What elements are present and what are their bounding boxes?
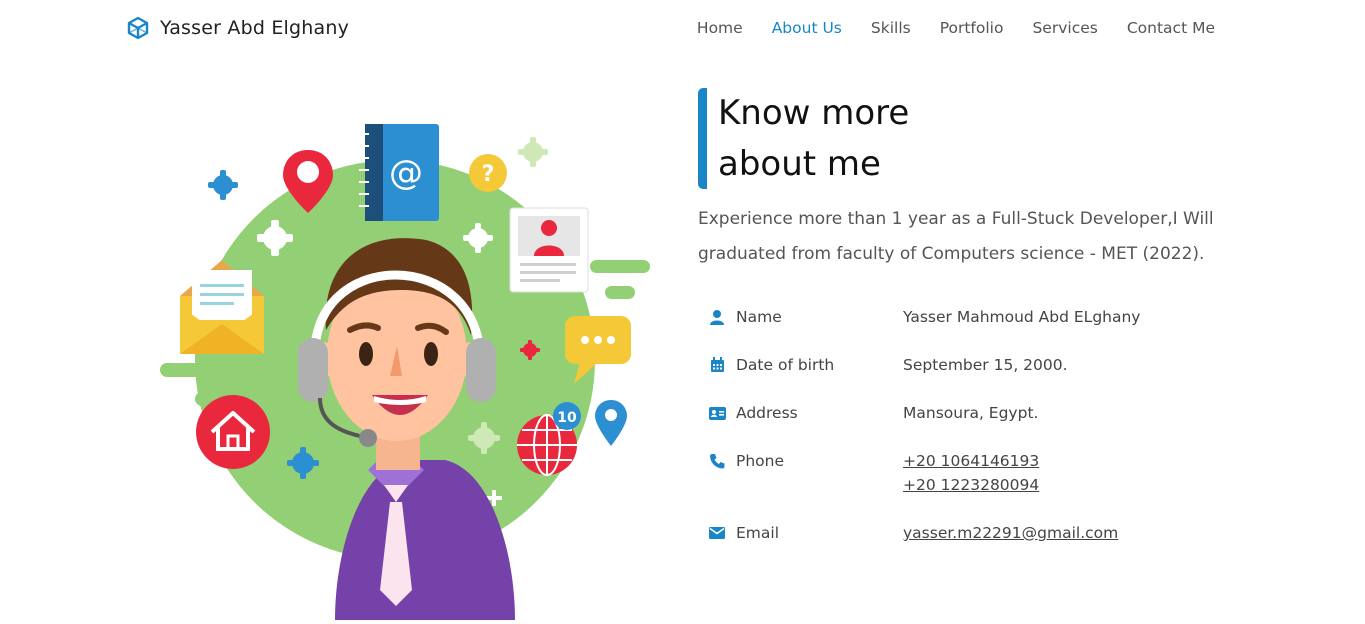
info-label: Phone — [736, 452, 785, 470]
info-label: Email — [736, 524, 780, 542]
heading-accent-bar — [698, 88, 707, 189]
home-icon — [196, 395, 270, 469]
location-pin-icon — [595, 400, 627, 446]
phone-link-1[interactable]: +20 1064146193 — [903, 449, 1039, 473]
svg-text:?: ? — [482, 162, 495, 187]
main-nav: Home About Us Skills Portfolio Services … — [697, 18, 1215, 37]
user-icon — [708, 308, 726, 326]
nav-services[interactable]: Services — [1032, 19, 1097, 37]
info-value-email: yasser.m22291@gmail.com — [903, 521, 1118, 545]
nav-skills[interactable]: Skills — [871, 19, 911, 37]
info-row-phone: Phone +20 1064146193 +20 1223280094 — [708, 449, 1228, 497]
calendar-icon — [708, 356, 726, 374]
svg-text:@: @ — [389, 153, 423, 193]
id-card-icon — [708, 404, 726, 422]
phone-link-2[interactable]: +20 1223280094 — [903, 473, 1039, 497]
info-value-name: Yasser Mahmoud Abd ELghany — [903, 308, 1141, 326]
info-row-address: Address Mansoura, Egypt. — [708, 401, 1228, 425]
envelope-icon — [180, 260, 264, 354]
info-label: Name — [736, 308, 782, 326]
brand-name: Yasser Abd Elghany — [160, 17, 350, 39]
section-title: Know more about me — [718, 88, 1258, 190]
info-value-address: Mansoura, Egypt. — [903, 404, 1039, 422]
navbar: Yasser Abd Elghany Home About Us Skills … — [0, 0, 1365, 58]
nav-portfolio[interactable]: Portfolio — [940, 19, 1004, 37]
nav-contact-me[interactable]: Contact Me — [1127, 19, 1215, 37]
gear-icon — [518, 137, 548, 167]
support-agent-illustration: @ ? 10 — [150, 110, 660, 620]
about-section: Know more about me Experience more than … — [698, 88, 1258, 272]
envelope-icon — [708, 524, 726, 542]
info-label: Date of birth — [736, 356, 835, 374]
about-description: Experience more than 1 year as a Full-St… — [698, 209, 1214, 264]
info-value-dob: September 15, 2000. — [903, 356, 1068, 374]
phone-icon — [708, 452, 726, 470]
notification-badge: 10 — [557, 410, 577, 426]
email-link[interactable]: yasser.m22291@gmail.com — [903, 521, 1118, 545]
nav-home[interactable]: Home — [697, 19, 743, 37]
title-line-2: about me — [718, 144, 881, 184]
info-label: Address — [736, 404, 798, 422]
section-heading: Know more about me — [698, 88, 1258, 190]
notebook-icon: @ — [359, 124, 439, 221]
brand-link[interactable]: Yasser Abd Elghany — [126, 16, 349, 40]
nav-about-us[interactable]: About Us — [772, 19, 842, 37]
title-line-1: Know more — [718, 93, 910, 133]
codepen-cube-icon — [126, 16, 150, 40]
info-row-email: Email yasser.m22291@gmail.com — [708, 521, 1228, 545]
gear-icon — [208, 170, 238, 200]
info-value-phone: +20 1064146193 +20 1223280094 — [903, 449, 1039, 497]
help-icon: ? — [469, 154, 507, 192]
profile-card-icon — [509, 207, 589, 293]
info-row-dob: Date of birth September 15, 2000. — [708, 353, 1228, 377]
info-row-name: Name Yasser Mahmoud Abd ELghany — [708, 305, 1228, 329]
